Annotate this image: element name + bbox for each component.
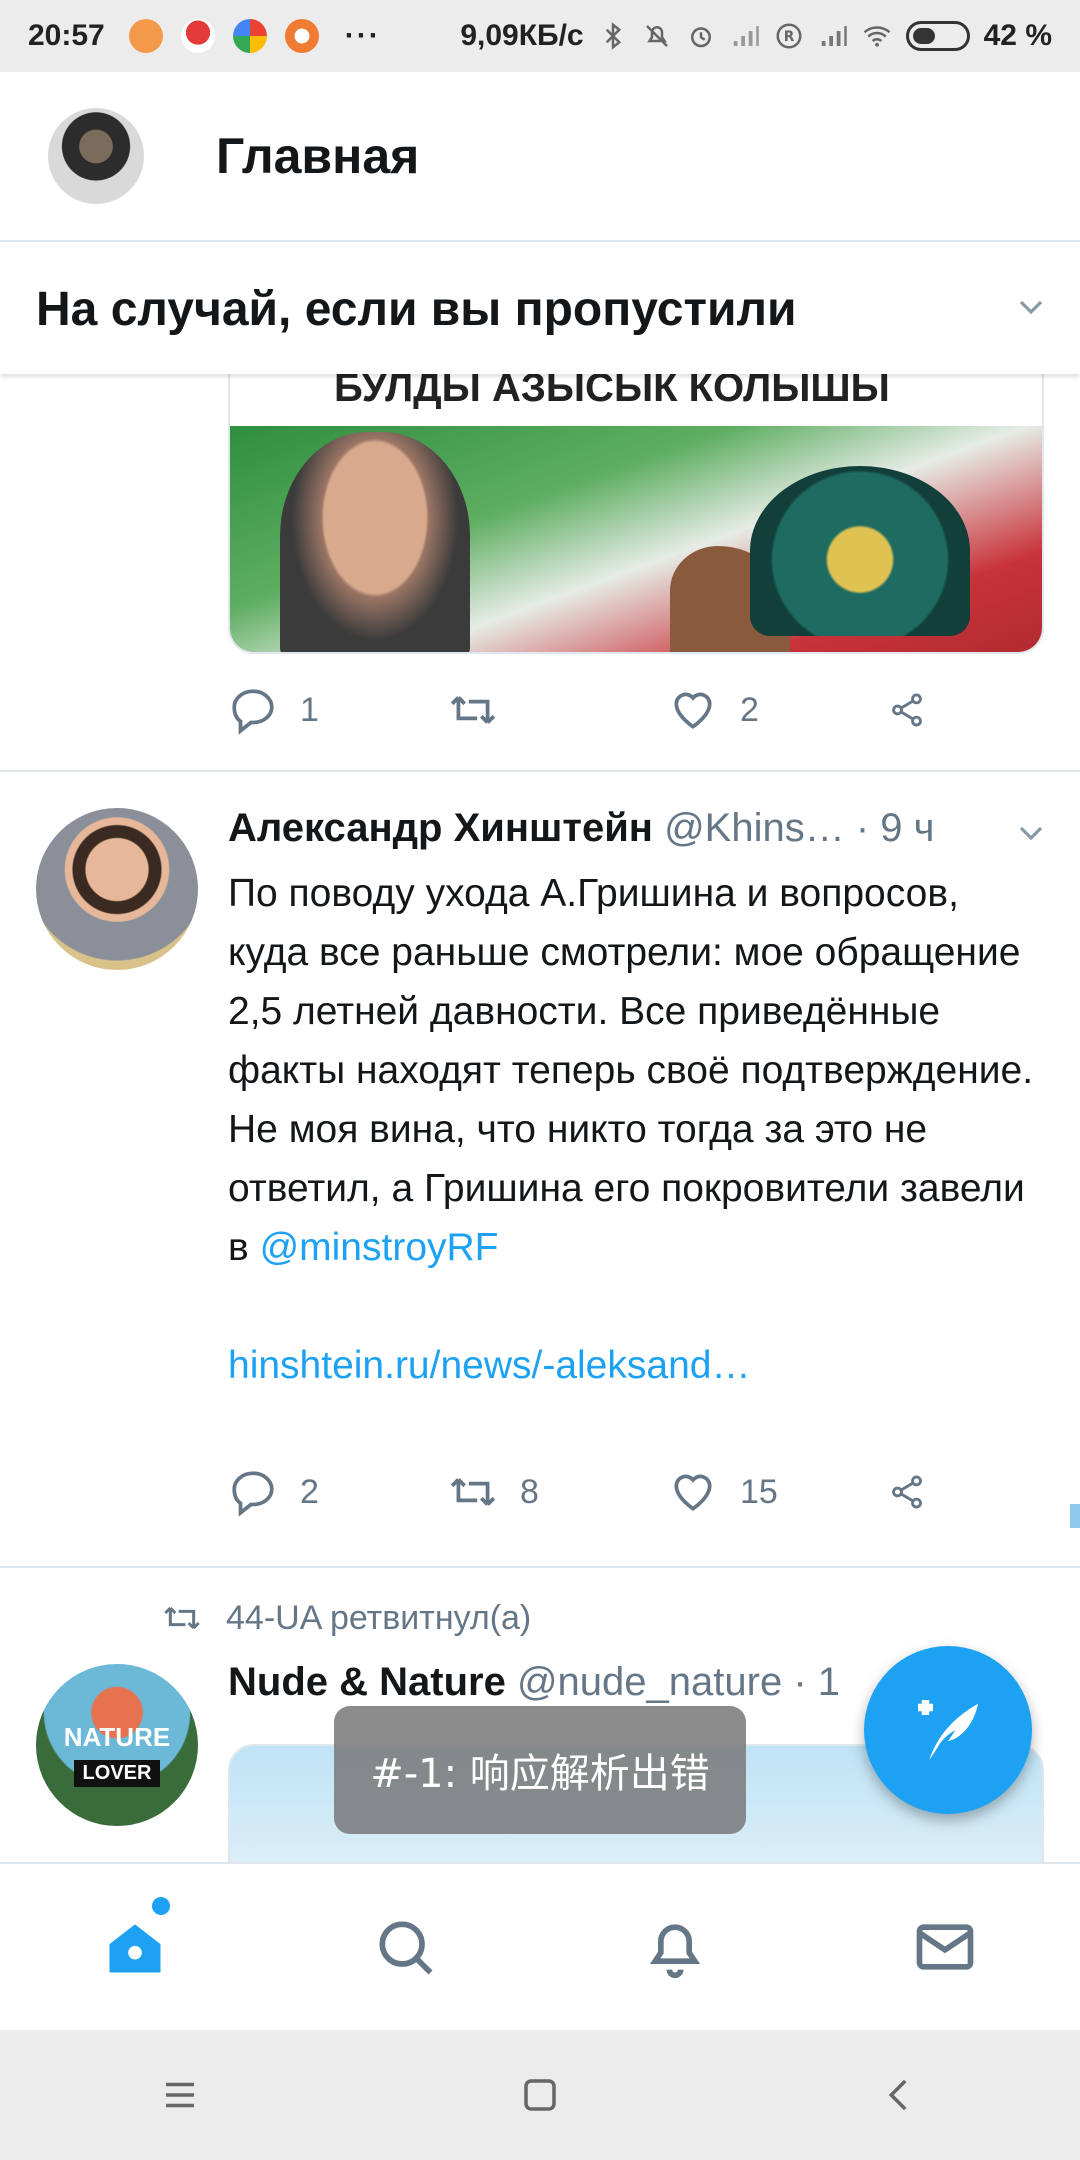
tweet-actions: 2 8 15 [228, 1462, 988, 1522]
tweet-body: По поводу ухода А.Гришина и вопросов, ку… [228, 872, 1034, 1269]
reply-icon [232, 689, 274, 735]
tweet-media-card[interactable]: БУЛДЫ АЗЫСЫК КОЛЫШЫ [228, 374, 1044, 654]
roaming-icon: R [776, 23, 802, 49]
compose-tweet-button[interactable] [864, 1646, 1032, 1814]
bottom-tab-bar [0, 1862, 1080, 2030]
retweet-icon [450, 696, 496, 724]
author-handle: @Khins… [664, 806, 845, 850]
status-right: 9,09КБ/с R 42 % [460, 19, 1052, 53]
url-link[interactable]: hinshtein.ru/news/-aleksand… [228, 1344, 750, 1387]
chevron-down-icon[interactable] [1016, 818, 1046, 848]
tab-home[interactable] [0, 1863, 270, 2031]
back-button[interactable] [840, 2035, 960, 2155]
share-button[interactable] [888, 685, 948, 735]
network-speed: 9,09КБ/с [460, 19, 584, 52]
menu-icon [166, 2082, 194, 2108]
tweet-divider [0, 770, 1080, 772]
bluetooth-icon [605, 22, 621, 50]
tweet-time: · 1 [793, 1660, 841, 1704]
like-count: 2 [740, 690, 759, 729]
retweet-icon [164, 1606, 200, 1630]
battery-percent: 42 % [983, 19, 1052, 52]
tweet-header: Nude & Nature @nude_nature · 1 [228, 1660, 840, 1705]
home-icon [109, 1924, 161, 1973]
svg-text:R: R [783, 29, 794, 45]
author-avatar[interactable] [36, 808, 198, 970]
author-handle: @nude_nature [516, 1660, 783, 1704]
avatar-text: NATURE [63, 1722, 171, 1752]
alarm-icon [690, 27, 711, 48]
avatar-text: LOVER [74, 1760, 160, 1787]
battery-icon [905, 21, 970, 51]
retweet-count: 8 [520, 1472, 539, 1511]
share-icon [892, 693, 922, 727]
status-time: 20:57 [28, 19, 105, 52]
chevron-down-icon[interactable] [1016, 292, 1046, 322]
card-image [230, 426, 1042, 652]
app-notification-icon [128, 19, 163, 53]
author-name[interactable]: Александр Хинштейн [228, 806, 653, 850]
share-icon [892, 1475, 922, 1509]
tweet-header: Александр Хинштейн @Khins… · 9 ч [228, 806, 935, 851]
portrait-image [280, 432, 470, 652]
mute-icon [645, 25, 668, 47]
square-icon [524, 2079, 556, 2111]
reply-count: 1 [300, 690, 319, 729]
author-name[interactable]: Nude & Nature [228, 1660, 506, 1704]
tweet-time: · 9 ч [855, 806, 935, 850]
more-notifications-icon: ··· [344, 19, 381, 52]
status-bar: 20:57 ··· 9,09КБ/с R 42 % [0, 0, 1080, 72]
tweet-actions: 1 2 [228, 680, 988, 740]
error-toast: #-1: 响应解析出错 [334, 1706, 746, 1834]
system-navigation-bar [0, 2030, 1080, 2160]
retweeted-by[interactable]: 44-UA ретвитнул(а) [162, 1598, 531, 1638]
compose-tweet-icon [918, 1700, 978, 1760]
bell-icon [649, 1924, 701, 1979]
google-icon [232, 19, 267, 53]
retweet-button[interactable]: 8 [448, 1467, 668, 1517]
mention-link[interactable]: @minstroyRF [260, 1226, 499, 1269]
section-title: На случай, если вы пропустили [36, 282, 797, 336]
page-title: Главная [216, 128, 420, 184]
card-caption: БУЛДЫ АЗЫСЫК КОЛЫШЫ [230, 374, 1042, 426]
app-notification-icon [284, 19, 319, 53]
tab-messages[interactable] [810, 1863, 1080, 2031]
signal-icon [821, 26, 847, 46]
retweet-button[interactable] [448, 685, 668, 735]
home-button[interactable] [480, 2035, 600, 2155]
mail-icon [916, 1924, 974, 1970]
heart-icon [674, 1474, 712, 1511]
profile-avatar[interactable] [48, 108, 144, 204]
app-notification-icon [180, 19, 215, 53]
search-icon [379, 1921, 433, 1975]
recent-apps-button[interactable] [120, 2035, 240, 2155]
like-count: 15 [740, 1472, 778, 1511]
back-icon [888, 2079, 907, 2111]
reply-icon [232, 1471, 274, 1517]
scrollbar[interactable] [1070, 1504, 1080, 1528]
tweet-divider [0, 1566, 1080, 1568]
timeline[interactable]: БУЛДЫ АЗЫСЫК КОЛЫШЫ 1 2 Александр Хинште… [0, 374, 1080, 1864]
new-content-dot [152, 1897, 170, 1915]
signal-icon [733, 26, 759, 46]
reply-button[interactable]: 1 [228, 685, 448, 735]
tweet-text: По поводу ухода А.Гришина и вопросов, ку… [228, 864, 1048, 1395]
share-button[interactable] [888, 1467, 948, 1517]
author-avatar[interactable]: NATURE LOVER [36, 1664, 198, 1826]
retweet-icon [450, 1478, 496, 1506]
in-case-you-missed-it-header[interactable]: На случай, если вы пропустили [0, 244, 1080, 374]
heart-icon [674, 692, 712, 729]
app-header: Главная [0, 72, 1080, 242]
like-button[interactable]: 15 [668, 1467, 888, 1517]
screen: 20:57 ··· 9,09КБ/с R 42 % Главная На слу… [0, 0, 1080, 2160]
skullcap-image [750, 466, 970, 636]
tab-search[interactable] [270, 1863, 540, 2031]
tab-notifications[interactable] [540, 1863, 810, 2031]
wifi-icon [863, 26, 890, 47]
like-button[interactable]: 2 [668, 685, 888, 735]
reply-count: 2 [300, 1472, 319, 1511]
reply-button[interactable]: 2 [228, 1467, 448, 1517]
retweeted-by-label: 44-UA ретвитнул(а) [226, 1598, 532, 1637]
